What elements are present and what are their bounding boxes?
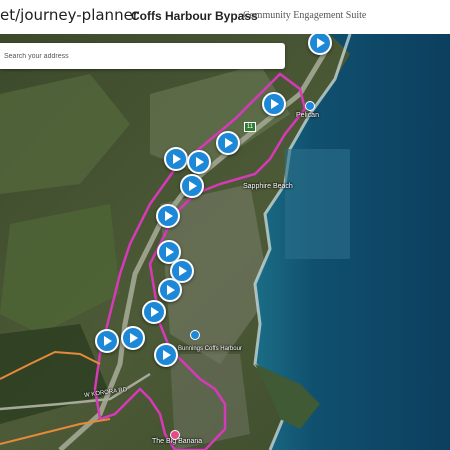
app-subtitle: Community Engagement Suite (243, 10, 367, 21)
video-pin[interactable] (158, 278, 182, 302)
play-icon (196, 157, 204, 167)
poi-marker[interactable] (170, 430, 180, 440)
video-pin[interactable] (95, 329, 119, 353)
play-icon (167, 285, 175, 295)
sapphire-beach-label: Sapphire Beach (243, 183, 293, 190)
play-icon (179, 266, 187, 276)
bunnings-label: Bunnings Coffs Harbour (178, 346, 242, 352)
app-title: Coffs Harbour Bypass (131, 9, 258, 23)
page-url: et/journey-planner (0, 6, 139, 24)
video-pin[interactable] (154, 343, 178, 367)
video-pin[interactable] (121, 326, 145, 350)
play-icon (271, 99, 279, 109)
map-canvas[interactable] (0, 34, 450, 450)
video-pin[interactable] (180, 174, 204, 198)
video-pin[interactable] (156, 204, 180, 228)
play-icon (225, 138, 233, 148)
video-pin[interactable] (164, 147, 188, 171)
play-icon (189, 181, 197, 191)
play-icon (163, 350, 171, 360)
pelican-label: Pelican (296, 112, 319, 119)
suburb-area (170, 354, 250, 450)
play-icon (165, 211, 173, 221)
play-icon (104, 336, 112, 346)
play-icon (130, 333, 138, 343)
map-tile-patch (285, 149, 350, 259)
play-icon (151, 307, 159, 317)
play-icon (317, 38, 325, 48)
poi-marker[interactable] (190, 330, 200, 340)
address-search-input[interactable] (0, 43, 285, 69)
play-icon (166, 247, 174, 257)
address-search-box[interactable] (0, 43, 285, 69)
poi-marker[interactable] (305, 101, 315, 111)
top-bar: et/journey-planner Coffs Harbour Bypass … (0, 0, 450, 34)
route-shield: 11 (244, 122, 256, 132)
video-pin[interactable] (142, 300, 166, 324)
video-pin[interactable] (216, 131, 240, 155)
play-icon (173, 154, 181, 164)
video-pin[interactable] (262, 92, 286, 116)
video-pin[interactable] (187, 150, 211, 174)
satellite-map[interactable]: Sapphire Beach Pelican The Big Banana W … (0, 34, 450, 450)
